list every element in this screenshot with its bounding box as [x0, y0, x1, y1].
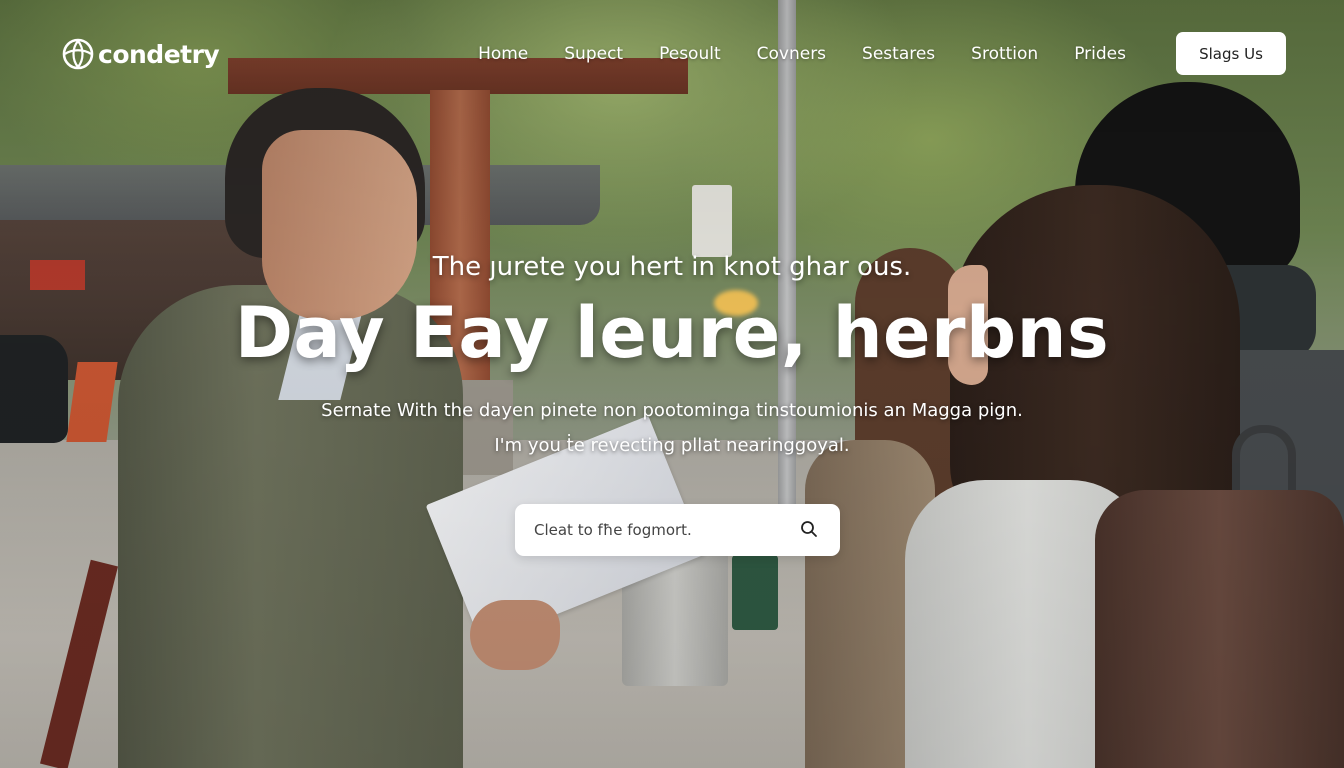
- site-header: condetry Home Supect Pesoult Covners Ses…: [0, 0, 1344, 108]
- search-bar: [515, 504, 840, 556]
- search-input[interactable]: [515, 504, 786, 556]
- contact-us-button[interactable]: Slags Us: [1176, 32, 1286, 75]
- photo-overlay: [0, 0, 1344, 768]
- nav-item-supect[interactable]: Supect: [546, 42, 641, 66]
- globe-leaf-icon: [62, 38, 94, 70]
- nav-item-srottion[interactable]: Srottion: [953, 42, 1056, 66]
- brand-logo[interactable]: condetry: [62, 34, 220, 74]
- nav-item-pesoult[interactable]: Pesoult: [641, 42, 739, 66]
- nav-item-sestares[interactable]: Sestares: [844, 42, 953, 66]
- nav-item-covners[interactable]: Covners: [739, 42, 844, 66]
- main-nav: Home Supect Pesoult Covners Sestares Sro…: [460, 42, 1144, 66]
- nav-item-home[interactable]: Home: [460, 42, 546, 66]
- search-icon: [800, 520, 818, 541]
- nav-item-prides[interactable]: Prides: [1056, 42, 1144, 66]
- search-button[interactable]: [786, 507, 832, 553]
- brand-name: condetry: [98, 39, 220, 69]
- hero-background-photo: [0, 0, 1344, 768]
